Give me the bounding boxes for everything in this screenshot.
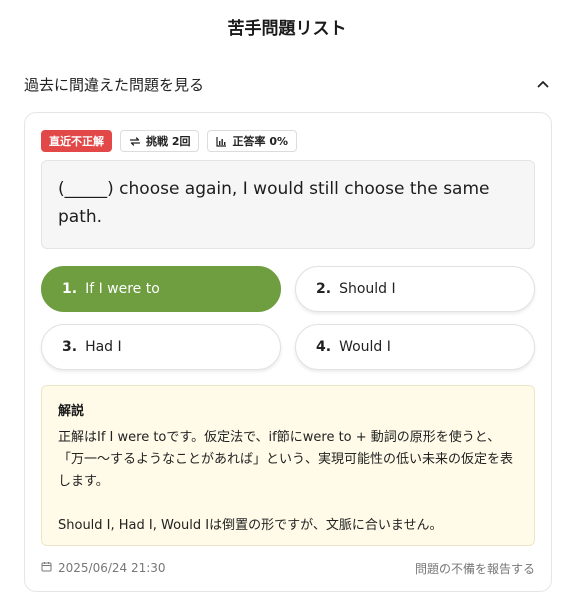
explanation-body: 正解はIf I were toです。仮定法で、if節にwere to + 動詞の… xyxy=(58,427,518,537)
attempts-badge: 挑戦 2回 xyxy=(120,130,200,152)
explanation-paragraph: 正解はIf I were toです。仮定法で、if節にwere to + 動詞の… xyxy=(58,430,514,489)
accuracy-badge: 正答率 0% xyxy=(207,130,297,152)
page-title: 苦手問題リスト xyxy=(227,19,347,39)
choice-number: 2. xyxy=(316,281,332,297)
choice-number: 1. xyxy=(62,281,78,297)
past-mistakes-toggle[interactable]: 過去に間違えた問題を見る xyxy=(24,72,552,96)
choice-label: Should I xyxy=(339,281,396,297)
accuracy-label: 正答率 0% xyxy=(232,135,288,148)
answered-date: 2025/06/24 21:30 xyxy=(41,561,166,575)
attempts-label: 挑戦 2回 xyxy=(146,135,191,148)
chevron-up-icon[interactable] xyxy=(534,75,552,93)
status-badge: 直近不正解 xyxy=(41,130,112,152)
calendar-icon xyxy=(41,561,52,575)
choice-number: 3. xyxy=(62,339,78,355)
choice-4[interactable]: 4. Would I xyxy=(295,324,535,370)
choice-1[interactable]: 1. If I were to xyxy=(41,266,281,312)
section-title: 過去に間違えた問題を見る xyxy=(24,75,205,94)
bar-chart-icon xyxy=(216,136,227,147)
choice-label: Had I xyxy=(85,339,122,355)
explanation-box: 解説 正解はIf I were toです。仮定法で、if節にwere to + … xyxy=(41,385,535,546)
card-footer: 2025/06/24 21:30 問題の不備を報告する xyxy=(41,559,535,577)
choice-number: 4. xyxy=(316,339,332,355)
question-card: 直近不正解 挑戦 2回 正答率 0% (_____) choose again,… xyxy=(24,112,552,592)
question-text: (_____) choose again, I would still choo… xyxy=(41,160,535,249)
explanation-paragraph: Should I, Had I, Would Iは倒置の形ですが、文脈に合いませ… xyxy=(58,518,443,533)
repeat-icon xyxy=(129,136,141,147)
badge-row: 直近不正解 挑戦 2回 正答率 0% xyxy=(41,130,297,152)
choices-grid: 1. If I were to 2. Should I 3. Had I 4. … xyxy=(41,266,535,370)
choice-3[interactable]: 3. Had I xyxy=(41,324,281,370)
choice-label: If I were to xyxy=(85,281,160,297)
choice-label: Would I xyxy=(339,339,391,355)
choice-2[interactable]: 2. Should I xyxy=(295,266,535,312)
explanation-title: 解説 xyxy=(58,404,85,419)
report-issue-link[interactable]: 問題の不備を報告する xyxy=(415,560,535,577)
date-text: 2025/06/24 21:30 xyxy=(58,561,166,575)
